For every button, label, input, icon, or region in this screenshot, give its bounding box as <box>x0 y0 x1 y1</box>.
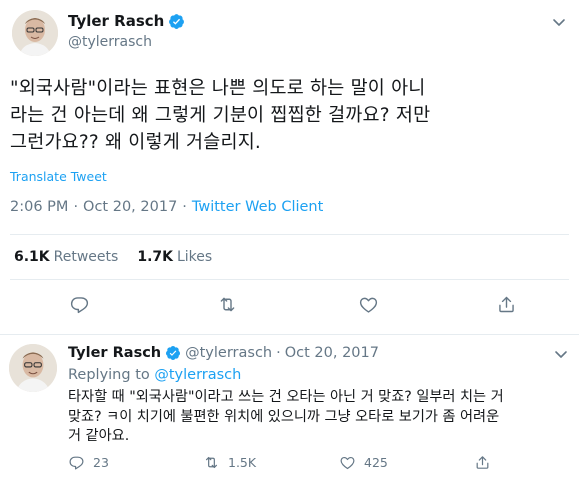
tweet-client[interactable]: Twitter Web Client <box>192 199 323 215</box>
main-tweet: Tyler Rasch @tylerrasch "외국사람"이라는 표현은 나쁜… <box>0 0 579 335</box>
verified-badge-icon <box>168 13 185 30</box>
verified-badge-icon <box>165 345 181 361</box>
share-icon[interactable] <box>496 294 517 315</box>
like-count: 425 <box>364 455 388 470</box>
replying-mention[interactable]: @tylerrasch <box>154 367 241 383</box>
tweet-text: "외국사람"이라는 표현은 나쁜 의도로 하는 말이 아니 라는 건 아는데 왜… <box>10 78 431 153</box>
reply-icon <box>68 454 85 471</box>
like-action[interactable]: 425 <box>339 454 388 471</box>
avatar[interactable] <box>12 10 58 56</box>
heart-icon <box>339 454 356 471</box>
tweet-meta: 2:06 PM · Oct 20, 2017 · Twitter Web Cli… <box>10 199 323 215</box>
likes-stat[interactable]: 1.7K Likes <box>137 249 212 265</box>
avatar[interactable] <box>9 344 57 392</box>
reply-actions: 23 1.5K 425 <box>68 454 508 472</box>
reply-date[interactable]: Oct 20, 2017 <box>285 345 379 361</box>
reply-count: 23 <box>93 455 109 470</box>
reply-tweet[interactable]: Tyler Rasch @tylerrasch · Oct 20, 2017 R… <box>0 336 579 478</box>
author-handle[interactable]: @tylerrasch <box>68 34 185 50</box>
retweets-count: 6.1K <box>14 249 50 265</box>
author-block[interactable]: Tyler Rasch @tylerrasch <box>68 12 185 50</box>
replying-to: Replying to @tylerrasch <box>68 367 241 383</box>
replying-prefix: Replying to <box>68 367 150 383</box>
retweet-action[interactable]: 1.5K <box>203 454 256 471</box>
heart-icon[interactable] <box>358 294 379 315</box>
reply-action[interactable]: 23 <box>68 454 109 471</box>
retweets-label: Retweets <box>53 249 119 265</box>
reply-author-name[interactable]: Tyler Rasch <box>68 345 161 361</box>
meta-separator: · <box>276 345 281 361</box>
retweet-icon[interactable] <box>217 294 238 315</box>
meta-separator: · <box>73 199 79 215</box>
tweet-stats: 6.1K Retweets 1.7K Likes <box>14 249 212 265</box>
share-action[interactable] <box>474 454 491 471</box>
retweet-icon <box>203 454 220 471</box>
retweets-stat[interactable]: 6.1K Retweets <box>14 249 118 265</box>
reply-text: 타자할 때 "외국사람"이라고 쓰는 건 오타는 아닌 거 맞죠? 일부러 치는… <box>68 389 504 444</box>
translate-link[interactable]: Translate Tweet <box>10 169 107 184</box>
tweet-date[interactable]: Oct 20, 2017 <box>83 199 177 215</box>
author-name[interactable]: Tyler Rasch <box>68 12 164 30</box>
likes-count: 1.7K <box>137 249 173 265</box>
likes-label: Likes <box>176 249 213 265</box>
divider <box>10 234 569 235</box>
share-icon <box>474 454 491 471</box>
divider <box>10 279 569 280</box>
reply-author-handle[interactable]: @tylerrasch <box>185 345 272 361</box>
meta-separator: · <box>182 199 187 215</box>
chevron-down-icon[interactable] <box>553 346 569 362</box>
reply-icon[interactable] <box>69 294 90 315</box>
chevron-down-icon[interactable] <box>551 14 567 30</box>
retweet-count: 1.5K <box>228 455 257 470</box>
tweet-time[interactable]: 2:06 PM <box>10 199 68 215</box>
reply-header: Tyler Rasch @tylerrasch · Oct 20, 2017 <box>68 345 379 361</box>
